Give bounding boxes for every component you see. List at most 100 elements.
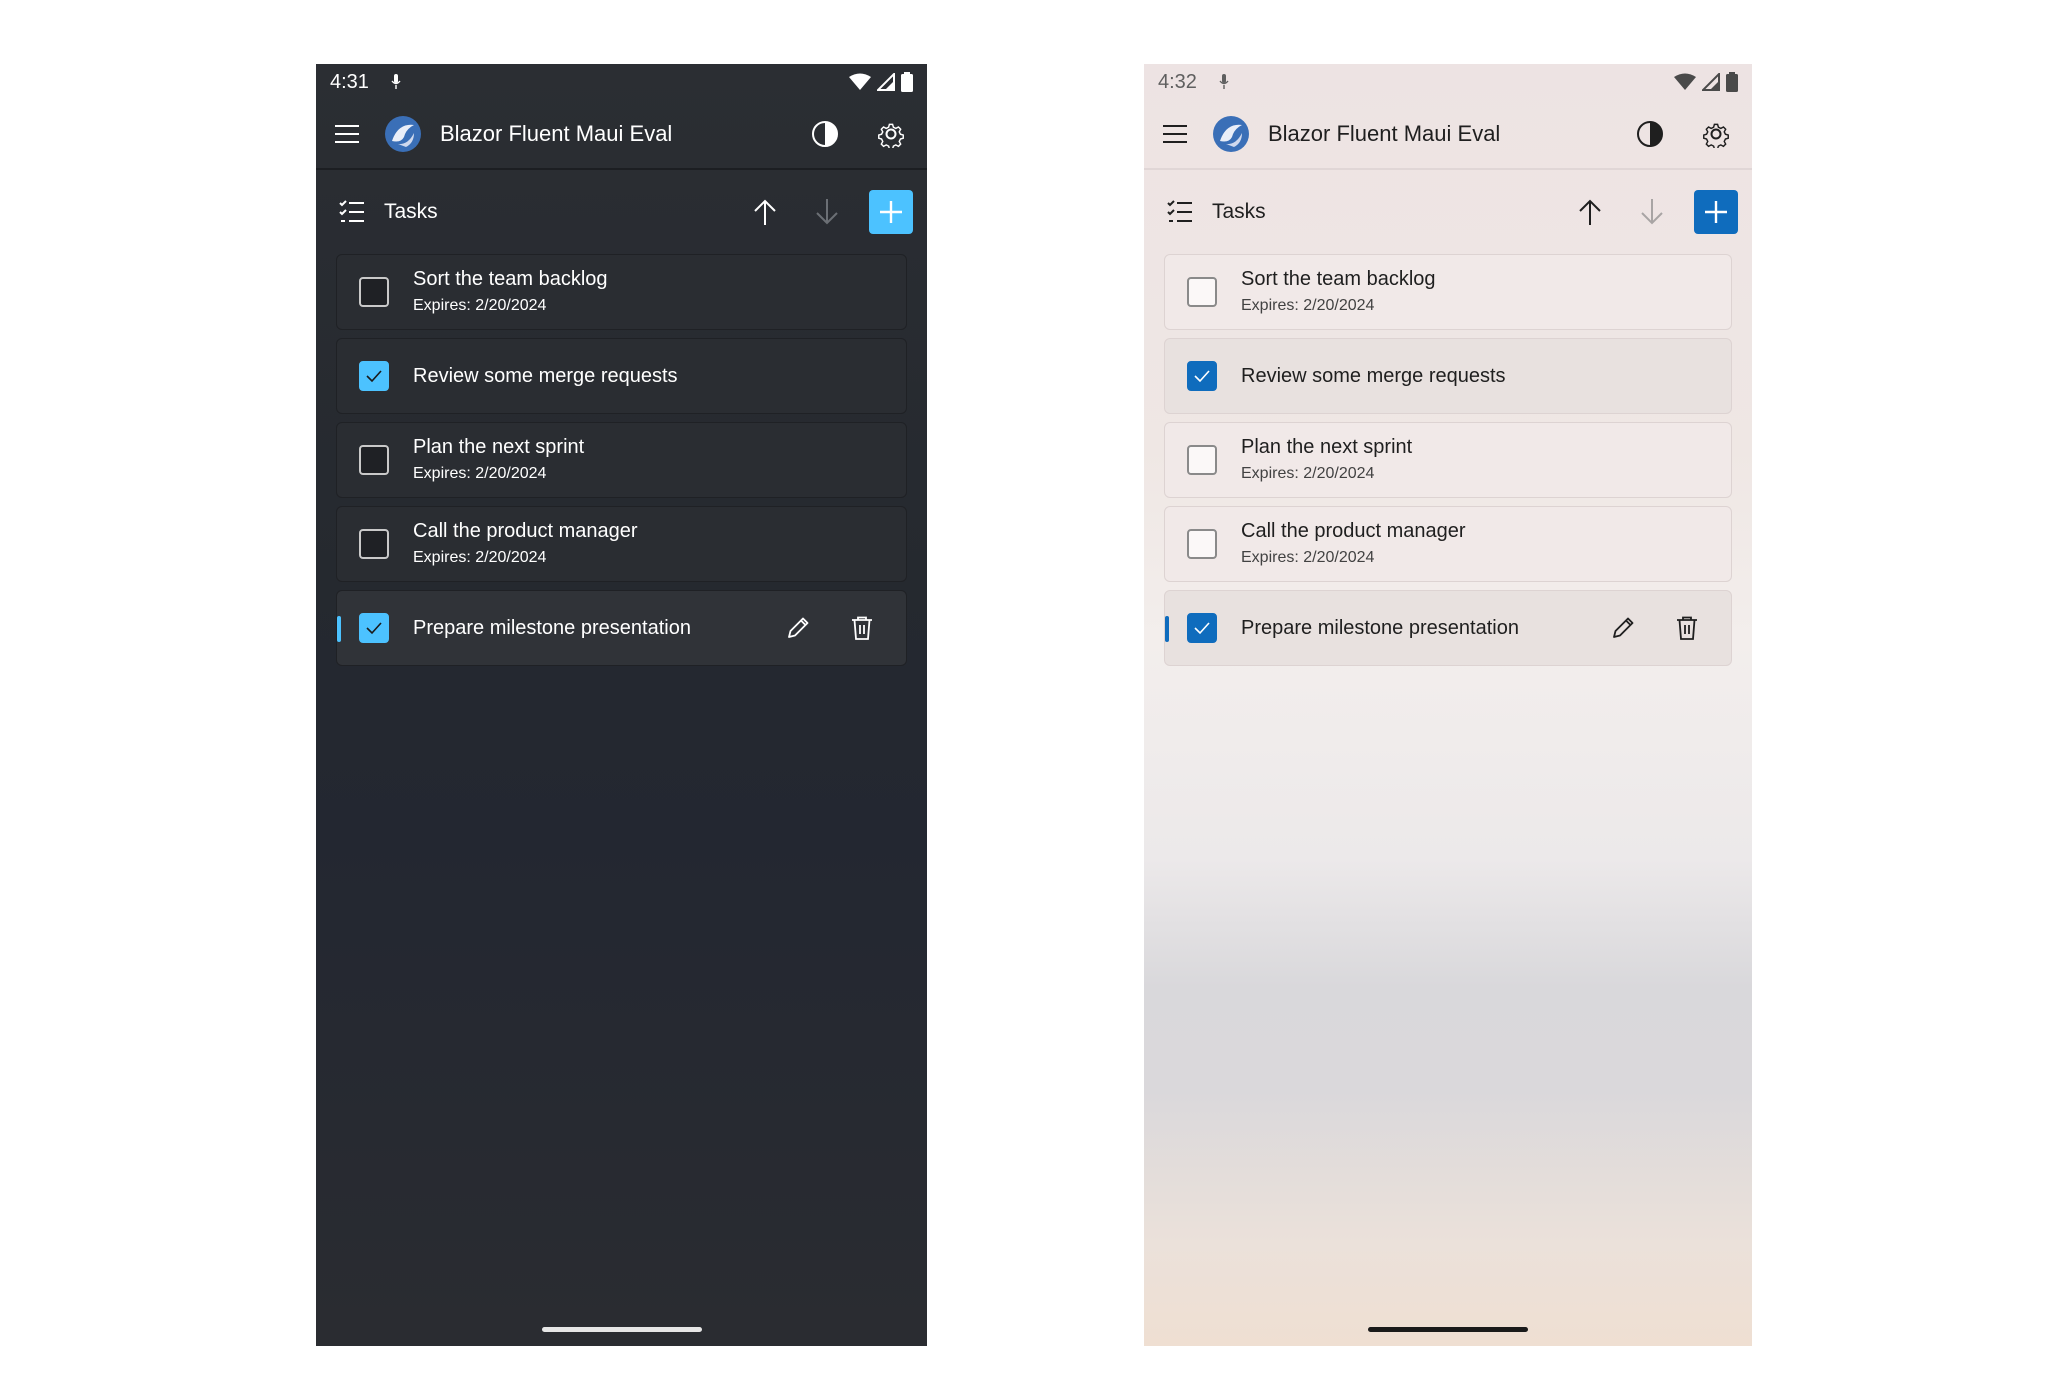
plus-icon: [1705, 201, 1727, 223]
task-checkbox[interactable]: [1187, 361, 1217, 391]
task-expires: Expires: 2/20/2024: [413, 297, 547, 314]
task-item[interactable]: Review some merge requests: [1164, 338, 1732, 414]
tasks-heading: Tasks: [384, 200, 438, 223]
task-name: Sort the team backlog: [1241, 268, 1436, 290]
tasks-heading: Tasks: [1212, 200, 1266, 223]
task-item[interactable]: Plan the next sprint Expires: 2/20/2024: [336, 422, 907, 498]
task-name: Plan the next sprint: [413, 436, 585, 458]
home-indicator[interactable]: [1368, 1327, 1528, 1332]
task-list-icon: [1167, 200, 1192, 222]
task-list: Sort the team backlog Expires: 2/20/2024…: [1164, 254, 1732, 674]
task-name: Prepare milestone presentation: [413, 617, 691, 639]
contrast-theme-icon[interactable]: [805, 114, 845, 154]
status-bar: 4:32: [1144, 64, 1752, 100]
blazor-fluent-logo-icon: [1213, 116, 1249, 152]
signal-icon: [877, 73, 895, 91]
checkmark-icon: [1194, 370, 1210, 383]
task-text: Prepare milestone presentation: [413, 615, 778, 641]
task-text: Plan the next sprint Expires: 2/20/2024: [1241, 434, 1731, 486]
task-text: Prepare milestone presentation: [1241, 615, 1603, 641]
app-title: Blazor Fluent Maui Eval: [1268, 121, 1501, 146]
task-expires: Expires: 2/20/2024: [413, 465, 547, 482]
add-task-button[interactable]: [1694, 190, 1738, 234]
mic-icon: [1219, 74, 1229, 89]
task-text: Call the product manager Expires: 2/20/2…: [413, 518, 906, 570]
checkmark-icon: [366, 622, 382, 635]
status-bar: 4:31: [316, 64, 927, 100]
task-item[interactable]: Call the product manager Expires: 2/20/2…: [336, 506, 907, 582]
task-name: Plan the next sprint: [1241, 436, 1413, 458]
task-item[interactable]: Review some merge requests: [336, 338, 907, 414]
status-icons: [1674, 72, 1738, 92]
pencil-icon[interactable]: [778, 608, 818, 648]
task-name: Prepare milestone presentation: [1241, 617, 1519, 639]
wifi-icon: [1674, 73, 1696, 90]
task-text: Review some merge requests: [1241, 363, 1731, 389]
task-item[interactable]: Sort the team backlog Expires: 2/20/2024: [336, 254, 907, 330]
home-indicator[interactable]: [541, 1327, 702, 1332]
checkmark-icon: [1194, 622, 1210, 635]
arrow-up-icon[interactable]: [745, 192, 785, 232]
task-name: Call the product manager: [413, 520, 638, 542]
task-item-selected[interactable]: Prepare milestone presentation: [1164, 590, 1732, 666]
hamburger-menu-icon[interactable]: [1160, 119, 1190, 149]
checkmark-icon: [366, 370, 382, 383]
task-text: Sort the team backlog Expires: 2/20/2024: [1241, 266, 1731, 318]
blazor-fluent-logo-icon: [385, 116, 421, 152]
app-title: Blazor Fluent Maui Eval: [440, 121, 673, 146]
selection-indicator: [337, 616, 341, 642]
task-item[interactable]: Plan the next sprint Expires: 2/20/2024: [1164, 422, 1732, 498]
task-text: Review some merge requests: [413, 363, 906, 389]
task-checkbox[interactable]: [1187, 613, 1217, 643]
task-checkbox[interactable]: [1187, 445, 1217, 475]
task-checkbox[interactable]: [359, 361, 389, 391]
task-checkbox[interactable]: [359, 613, 389, 643]
dark-theme-screen: 4:31 Blazor Fluent Maui Eval Tasks Sort …: [316, 64, 927, 1346]
mic-icon: [391, 74, 401, 89]
task-text: Sort the team backlog Expires: 2/20/2024: [413, 266, 906, 318]
app-bar: Blazor Fluent Maui Eval: [316, 100, 927, 170]
status-icons: [849, 72, 913, 92]
arrow-down-icon[interactable]: [1632, 192, 1672, 232]
task-expires: Expires: 2/20/2024: [1241, 297, 1375, 314]
task-checkbox[interactable]: [359, 529, 389, 559]
plus-icon: [880, 201, 902, 223]
status-time: 4:32: [1158, 70, 1197, 93]
task-checkbox[interactable]: [1187, 277, 1217, 307]
task-expires: Expires: 2/20/2024: [1241, 549, 1375, 566]
task-text: Call the product manager Expires: 2/20/2…: [1241, 518, 1731, 570]
add-task-button[interactable]: [869, 190, 913, 234]
signal-icon: [1702, 73, 1720, 91]
task-list-icon: [339, 200, 364, 222]
selection-indicator: [1165, 616, 1169, 642]
contrast-theme-icon[interactable]: [1630, 114, 1670, 154]
task-list: Sort the team backlog Expires: 2/20/2024…: [336, 254, 907, 674]
task-checkbox[interactable]: [359, 277, 389, 307]
tasks-toolbar: Tasks: [1144, 182, 1752, 242]
task-expires: Expires: 2/20/2024: [413, 549, 547, 566]
task-item-selected[interactable]: Prepare milestone presentation: [336, 590, 907, 666]
task-name: Call the product manager: [1241, 520, 1466, 542]
hamburger-menu-icon[interactable]: [332, 119, 362, 149]
battery-icon: [1726, 72, 1738, 92]
wifi-icon: [849, 73, 871, 90]
task-checkbox[interactable]: [1187, 529, 1217, 559]
light-theme-screen: 4:32 Blazor Fluent Maui Eval Tasks Sort …: [1144, 64, 1752, 1346]
pencil-icon[interactable]: [1603, 608, 1643, 648]
task-item[interactable]: Sort the team backlog Expires: 2/20/2024: [1164, 254, 1732, 330]
gear-icon[interactable]: [871, 114, 911, 154]
task-text: Plan the next sprint Expires: 2/20/2024: [413, 434, 906, 486]
tasks-toolbar: Tasks: [316, 182, 927, 242]
arrow-down-icon[interactable]: [807, 192, 847, 232]
arrow-up-icon[interactable]: [1570, 192, 1610, 232]
status-time: 4:31: [330, 70, 369, 93]
gear-icon[interactable]: [1696, 114, 1736, 154]
task-checkbox[interactable]: [359, 445, 389, 475]
trash-icon[interactable]: [1667, 608, 1707, 648]
task-expires: Expires: 2/20/2024: [1241, 465, 1375, 482]
task-item[interactable]: Call the product manager Expires: 2/20/2…: [1164, 506, 1732, 582]
app-bar: Blazor Fluent Maui Eval: [1144, 100, 1752, 170]
task-name: Review some merge requests: [413, 365, 678, 387]
trash-icon[interactable]: [842, 608, 882, 648]
task-name: Review some merge requests: [1241, 365, 1506, 387]
